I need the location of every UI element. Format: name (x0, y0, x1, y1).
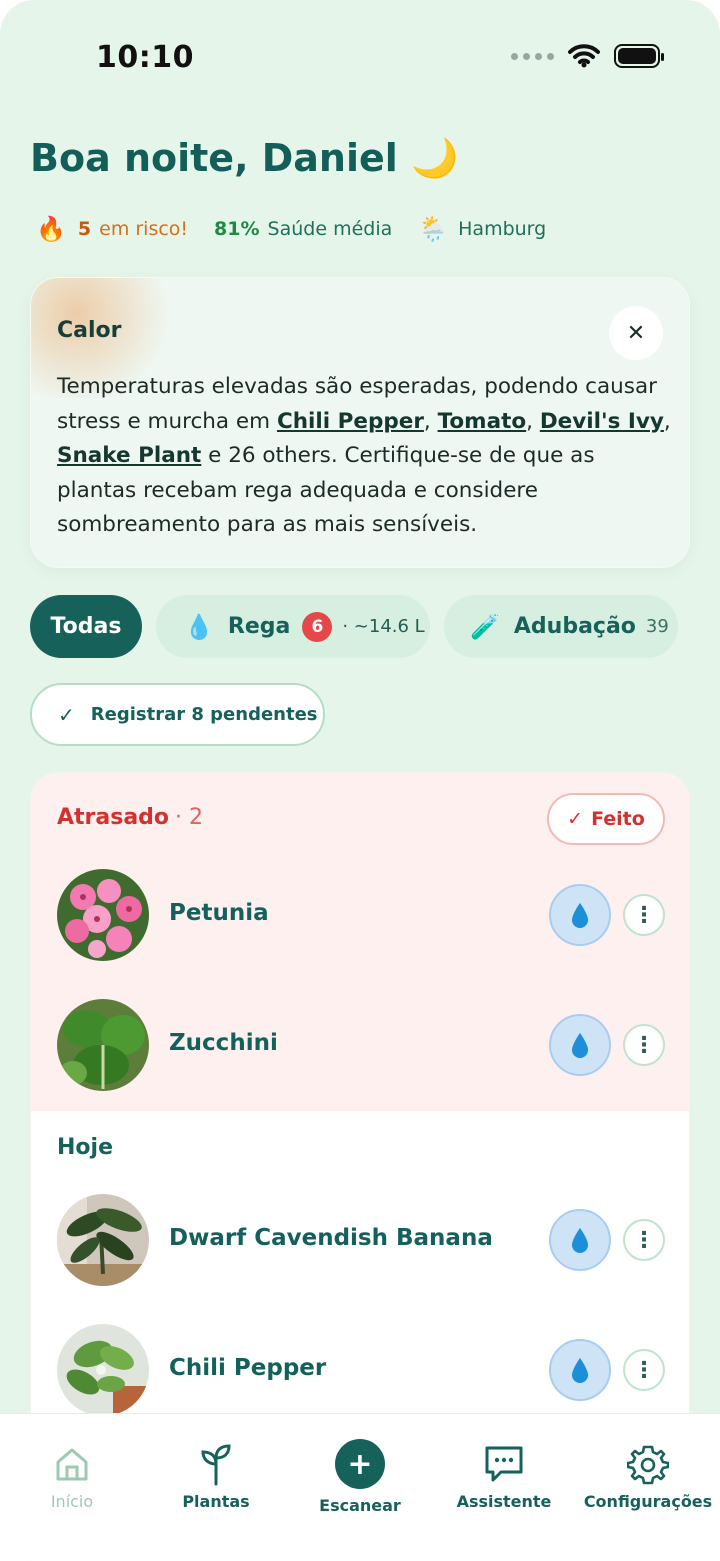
close-icon[interactable]: ✕ (609, 306, 663, 360)
filter-all-chip[interactable]: Todas (30, 595, 142, 658)
nav-plants-label: Plantas (182, 1492, 250, 1511)
plant-photo-petunia (57, 869, 149, 961)
water-plant-button[interactable] (549, 1209, 611, 1271)
check-icon: ✓ (567, 808, 584, 830)
fertilize-filter-label: Adubação (513, 614, 636, 639)
register-pending-button[interactable]: ✓ Registrar 8 pendentes (30, 683, 325, 746)
signal-dots-icon (511, 52, 554, 60)
nav-scan-label: Escanear (319, 1496, 401, 1515)
water-amount: · ~14.6 L (342, 616, 425, 637)
today-title: Hoje (57, 1135, 113, 1160)
water-plant-button[interactable] (549, 884, 611, 946)
chat-bubble-icon (432, 1442, 576, 1486)
check-icon: ✓ (58, 702, 75, 727)
alert-sep: , (526, 408, 540, 434)
more-options-icon[interactable]: ⋮ (623, 894, 665, 936)
flame-icon: 🔥 (36, 215, 66, 243)
plant-name: Petunia (169, 900, 269, 926)
list-item[interactable]: Zucchini ⋮ (31, 999, 689, 1095)
bottom-navigation: Início Plantas + Escanear Assistente Con… (0, 1413, 720, 1561)
alert-sep: , (663, 408, 671, 434)
nav-home[interactable]: Início (0, 1442, 144, 1511)
water-drop-icon (572, 1228, 588, 1253)
location-label: Hamburg (458, 218, 547, 240)
greeting-title: Boa noite, Daniel 🌙 (30, 136, 459, 180)
water-count-badge: 6 (302, 611, 333, 642)
test-tube-icon: 🧪 (470, 612, 500, 641)
alert-text: Temperaturas elevadas são esperadas, pod… (57, 370, 677, 543)
filter-fertilize-chip[interactable]: 🧪 Adubação 39 (444, 595, 678, 658)
overdue-count: · 2 (175, 805, 204, 830)
water-drop-icon: 💧 (184, 612, 214, 641)
plant-name: Zucchini (169, 1030, 278, 1056)
weather-cloud-icon: 🌦️ (418, 215, 449, 243)
app-screen: 10:10 Boa noite, Daniel 🌙 🔥 5 em risco! … (0, 0, 720, 1561)
plant-link-tomato[interactable]: Tomato (438, 409, 527, 434)
risk-label: em risco! (99, 218, 189, 240)
list-item[interactable]: Dwarf Cavendish Banana ⋮ (31, 1194, 689, 1290)
more-options-icon[interactable]: ⋮ (623, 1349, 665, 1391)
list-item[interactable]: Chili Pepper ⋮ (31, 1324, 689, 1420)
heat-alert-card: Calor ✕ Temperaturas elevadas são espera… (30, 277, 690, 568)
filter-water-chip[interactable]: 💧 Rega 6 · ~14.6 L (156, 595, 430, 658)
plant-photo-chili-pepper (57, 1324, 149, 1416)
plant-photo-banana (57, 1194, 149, 1286)
battery-icon (614, 44, 664, 68)
wifi-icon (568, 44, 600, 68)
list-item[interactable]: Petunia ⋮ (31, 869, 689, 965)
overdue-title: Atrasado · 2 (57, 805, 203, 830)
task-filters: Todas 💧 Rega 6 · ~14.6 L 🧪 Adubação 39 (30, 595, 678, 658)
register-label: Registrar 8 pendentes (90, 704, 318, 725)
more-options-icon[interactable]: ⋮ (623, 1024, 665, 1066)
status-icons (511, 44, 664, 68)
fertilize-count: 39 (645, 616, 669, 637)
plant-link-snake-plant[interactable]: Snake Plant (57, 443, 201, 468)
health-label: Saúde média (267, 218, 393, 240)
plant-name: Chili Pepper (169, 1355, 327, 1381)
nav-plants[interactable]: Plantas (144, 1442, 288, 1511)
nav-settings-label: Configurações (583, 1492, 713, 1511)
home-icon (0, 1442, 144, 1486)
nav-scan[interactable]: + Escanear (288, 1438, 432, 1515)
alert-sep: , (423, 408, 438, 434)
nav-assistant[interactable]: Assistente (432, 1442, 576, 1511)
summary-stats: 🔥 5 em risco! 81% Saúde média 🌦️ Hamburg (36, 215, 546, 243)
nav-home-label: Início (50, 1492, 94, 1511)
health-value: 81% (214, 218, 260, 240)
done-label: Feito (591, 808, 645, 830)
overdue-label: Atrasado (57, 805, 170, 830)
water-drop-icon (572, 903, 588, 928)
water-drop-icon (572, 1033, 588, 1058)
gear-icon (576, 1442, 720, 1486)
overdue-section: Atrasado · 2 ✓ Feito Petunia ⋮ Zucchini … (31, 773, 689, 1111)
more-options-icon[interactable]: ⋮ (623, 1219, 665, 1261)
scan-add-icon: + (288, 1438, 432, 1490)
plant-name: Dwarf Cavendish Banana (169, 1225, 493, 1251)
sprout-icon (144, 1442, 288, 1486)
status-time: 10:10 (96, 40, 194, 75)
mark-done-button[interactable]: ✓ Feito (547, 793, 665, 845)
water-drop-icon (572, 1358, 588, 1383)
plant-link-devils-ivy[interactable]: Devil's Ivy (540, 409, 664, 434)
nav-settings[interactable]: Configurações (576, 1442, 720, 1511)
plant-link-chili[interactable]: Chili Pepper (277, 409, 424, 434)
plant-photo-zucchini (57, 999, 149, 1091)
water-filter-label: Rega (227, 614, 291, 639)
water-plant-button[interactable] (549, 1014, 611, 1076)
water-plant-button[interactable] (549, 1339, 611, 1401)
nav-assistant-label: Assistente (456, 1492, 552, 1511)
alert-title: Calor (57, 318, 122, 343)
risk-count: 5 (77, 218, 92, 240)
